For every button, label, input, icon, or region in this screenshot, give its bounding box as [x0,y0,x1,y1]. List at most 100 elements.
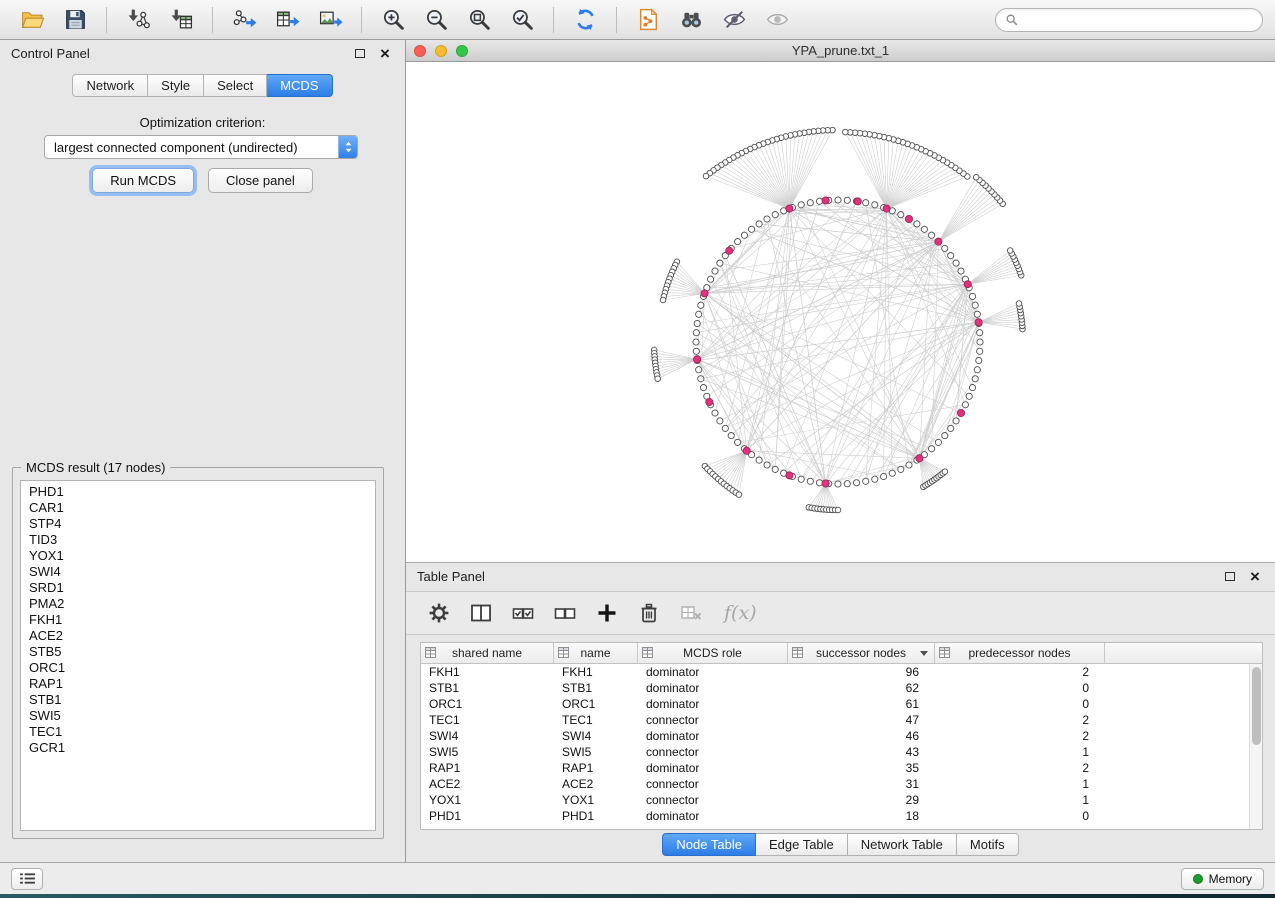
float-window-icon [1225,572,1235,581]
deselect-all-rows-button[interactable] [548,596,582,630]
search-box[interactable] [995,8,1263,32]
mcds-result-item[interactable]: STB5 [21,644,375,660]
table-row[interactable]: STB1STB1dominator620 [421,680,1262,696]
table-row[interactable]: ACE2ACE2connector311 [421,776,1262,792]
mcds-result-item[interactable]: TEC1 [21,724,375,740]
table-row[interactable]: SWI5SWI5connector431 [421,744,1262,760]
find-button[interactable] [671,4,711,36]
table-row[interactable]: RAP1RAP1dominator352 [421,760,1262,776]
column-type-icon [642,647,653,658]
open-file-button[interactable] [12,4,52,36]
network-canvas[interactable] [406,62,1275,562]
toolbar-buttons [12,4,797,36]
float-panel-icon[interactable] [351,44,369,62]
hide-selected-button[interactable] [714,4,754,36]
delete-columns-button[interactable] [632,596,666,630]
column-header-name[interactable]: name [554,643,638,663]
close-panel-button[interactable]: Close panel [208,168,313,193]
mcds-result-item[interactable]: STB1 [21,692,375,708]
zoom-window-button[interactable] [456,45,468,57]
mcds-result-item[interactable]: PMA2 [21,596,375,612]
table-row[interactable]: ORC1ORC1dominator610 [421,696,1262,712]
run-mcds-button[interactable]: Run MCDS [92,168,194,193]
network-graph[interactable] [406,62,1275,562]
table-scrollbar[interactable] [1249,664,1262,829]
mcds-result-item[interactable]: SRD1 [21,580,375,596]
cell-mcds-role: dominator [638,760,788,776]
scrollbar-thumb[interactable] [1252,667,1261,745]
cell-shared-name: RAP1 [421,760,554,776]
zoom-selected-button[interactable] [502,4,542,36]
column-header-label: MCDS role [683,646,742,660]
apply-layout-icon [573,7,598,32]
deselect-all-rows-icon [553,601,577,625]
float-table-panel-icon[interactable] [1221,567,1239,585]
mcds-result-item[interactable]: STP4 [21,516,375,532]
optimization-criterion-select[interactable]: largest connected component (undirected) [44,135,358,159]
zoom-in-button[interactable] [373,4,413,36]
column-type-icon [425,647,436,658]
column-header-shared-name[interactable]: shared name [421,643,554,663]
show-hidden-button[interactable] [757,4,797,36]
mcds-result-item[interactable]: SWI5 [21,708,375,724]
table-settings-button[interactable] [422,596,456,630]
mcds-result-item[interactable]: PHD1 [21,484,375,500]
mcds-result-item[interactable]: FKH1 [21,612,375,628]
mcds-result-list[interactable]: PHD1CAR1STP4TID3YOX1SWI4SRD1PMA2FKH1ACE2… [20,480,376,831]
apply-layout-button[interactable] [565,4,605,36]
tab-select[interactable]: Select [204,74,267,97]
export-image-button[interactable] [310,4,350,36]
memory-button[interactable]: Memory [1181,868,1264,890]
import-table-button[interactable] [161,4,201,36]
table-body: FKH1FKH1dominator962STB1STB1dominator620… [421,664,1262,824]
function-builder-button[interactable]: f(x) [724,602,757,624]
table-row[interactable]: YOX1YOX1connector291 [421,792,1262,808]
cell-successor-nodes: 61 [788,696,935,712]
table-header-row: shared namename MCDS role successor nodesp… [421,643,1262,664]
search-input[interactable] [1025,12,1253,27]
tab-node-table[interactable]: Node Table [662,833,756,856]
tab-motifs[interactable]: Motifs [957,833,1019,856]
export-table-button[interactable] [267,4,307,36]
zoom-fit-button[interactable] [459,4,499,36]
mcds-result-item[interactable]: YOX1 [21,548,375,564]
toggle-panes-button[interactable] [464,596,498,630]
close-panel-x-icon[interactable]: × [376,44,394,62]
close-window-button[interactable] [414,45,426,57]
mcds-result-item[interactable]: ACE2 [21,628,375,644]
column-header-predecessor-nodes[interactable]: predecessor nodes [935,643,1105,663]
table-row[interactable]: FKH1FKH1dominator962 [421,664,1262,680]
tab-network[interactable]: Network [72,74,148,97]
table-row[interactable]: SWI4SWI4dominator462 [421,728,1262,744]
tab-edge-table[interactable]: Edge Table [756,833,848,856]
mcds-result-item[interactable]: SWI4 [21,564,375,580]
tab-mcds[interactable]: MCDS [267,74,332,97]
mcds-result-item[interactable]: RAP1 [21,676,375,692]
select-all-rows-button[interactable] [506,596,540,630]
tab-network-table[interactable]: Network Table [848,833,957,856]
export-network-button[interactable] [224,4,264,36]
import-table-icon [169,7,194,32]
delete-table-button[interactable] [674,596,708,630]
new-network-from-selection-button[interactable] [628,4,668,36]
cell-predecessor-nodes: 0 [935,808,1105,824]
close-table-panel-x-icon[interactable]: × [1246,567,1264,585]
show-panels-button[interactable] [11,868,43,890]
cell-name: FKH1 [554,664,638,680]
mcds-result-item[interactable]: ORC1 [21,660,375,676]
zoom-out-button[interactable] [416,4,456,36]
table-row[interactable]: TEC1TEC1connector472 [421,712,1262,728]
mcds-result-item[interactable]: GCR1 [21,740,375,756]
column-header-mcds-role[interactable]: MCDS role [638,643,788,663]
mcds-result-item[interactable]: TID3 [21,532,375,548]
delete-table-icon [679,601,703,625]
cell-name: SWI5 [554,744,638,760]
save-session-button[interactable] [55,4,95,36]
table-row[interactable]: PHD1PHD1dominator180 [421,808,1262,824]
mcds-result-item[interactable]: CAR1 [21,500,375,516]
import-network-button[interactable] [118,4,158,36]
create-column-button[interactable] [590,596,624,630]
column-header-successor-nodes[interactable]: successor nodes [788,643,935,663]
minimize-window-button[interactable] [435,45,447,57]
tab-style[interactable]: Style [148,74,204,97]
